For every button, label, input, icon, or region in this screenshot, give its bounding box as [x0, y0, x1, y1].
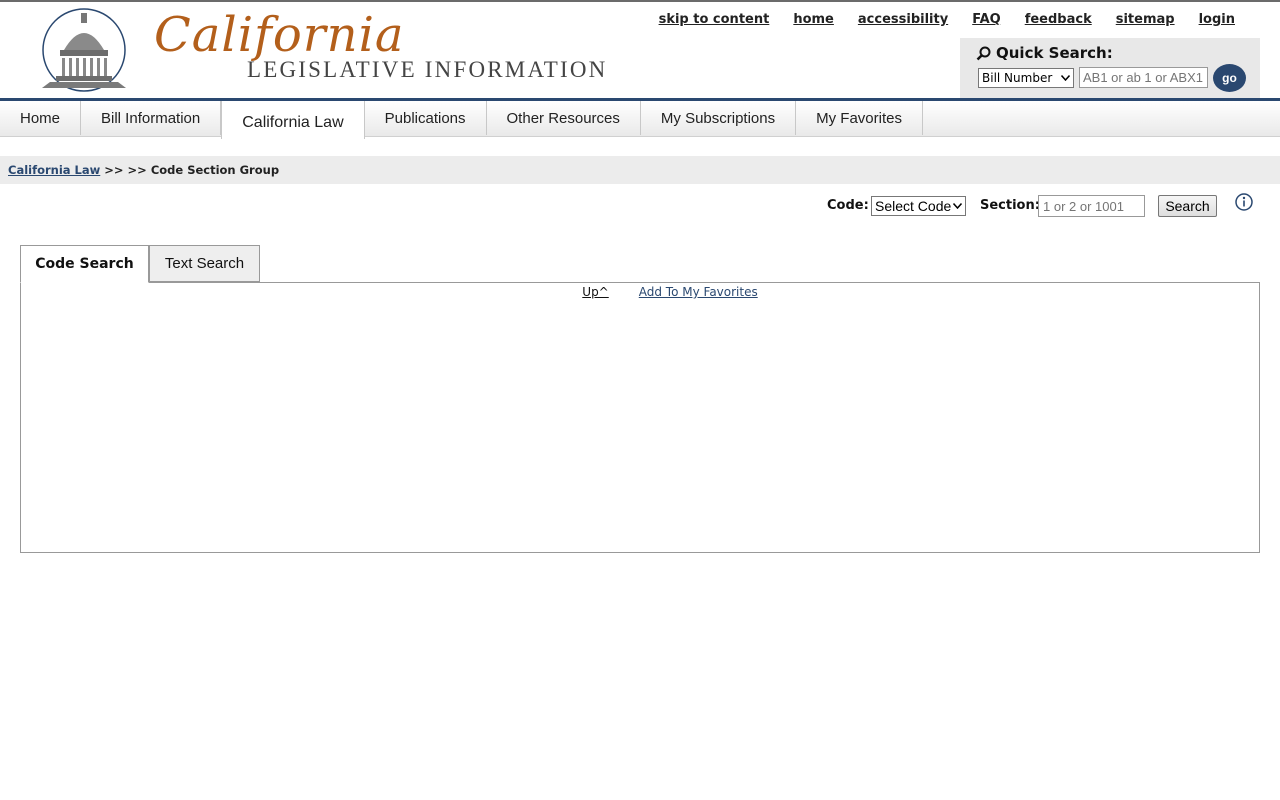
code-section-content: Up^ Add To My Favorites [20, 282, 1260, 553]
main-nav: Home Bill Information California Law Pub… [0, 101, 1280, 139]
nav-item-home[interactable]: Home [0, 101, 82, 135]
capitol-dome-logo[interactable] [38, 8, 130, 94]
logo-california[interactable]: California [154, 8, 405, 62]
breadcrumb: California Law >> >> Code Section Group [0, 156, 1280, 184]
breadcrumb-california-law-link[interactable]: California Law [8, 163, 100, 177]
content-links: Up^ Add To My Favorites [21, 285, 1259, 299]
nav-item-other-resources[interactable]: Other Resources [487, 101, 641, 135]
nav-item-my-subscriptions[interactable]: My Subscriptions [641, 101, 797, 135]
home-link[interactable]: home [793, 12, 834, 27]
faq-link[interactable]: FAQ [972, 12, 1001, 27]
accessibility-link[interactable]: accessibility [858, 12, 948, 27]
breadcrumb-current: Code Section Group [150, 163, 280, 177]
nav-item-my-favorites[interactable]: My Favorites [796, 101, 923, 135]
feedback-link[interactable]: feedback [1025, 12, 1092, 27]
quick-search-input[interactable] [1079, 67, 1208, 88]
code-select-value: Select Code [875, 198, 952, 214]
sitemap-link[interactable]: sitemap [1116, 12, 1175, 27]
info-icon[interactable] [1234, 192, 1254, 212]
code-search-row: Code: Select Code Section: Search [0, 192, 1280, 218]
search-icon [976, 46, 991, 60]
logo-subtitle[interactable]: LEGISLATIVE INFORMATION [247, 58, 607, 82]
quick-search-title: Quick Search: [976, 44, 1113, 62]
site-header: California LEGISLATIVE INFORMATION skip … [0, 2, 1280, 98]
code-select[interactable]: Select Code [871, 196, 966, 216]
quick-search-go-button[interactable]: go [1213, 64, 1246, 92]
breadcrumb-separator: >> >> [104, 163, 147, 177]
quick-search-type-select[interactable]: Bill Number [978, 68, 1074, 88]
nav-item-bill-information[interactable]: Bill Information [81, 101, 222, 135]
nav-item-publications[interactable]: Publications [365, 101, 487, 135]
chevron-down-icon [953, 203, 962, 209]
login-link[interactable]: login [1199, 12, 1235, 27]
tab-code-search[interactable]: Code Search [20, 245, 149, 283]
chevron-down-icon [1061, 75, 1070, 81]
nav-item-california-law[interactable]: California Law [221, 101, 365, 139]
add-to-favorites-link[interactable]: Add To My Favorites [639, 285, 758, 299]
code-search-button[interactable]: Search [1158, 195, 1217, 217]
section-input[interactable] [1038, 195, 1145, 217]
skip-to-content-link[interactable]: skip to content [659, 12, 770, 27]
quick-search-type-value: Bill Number [982, 71, 1053, 85]
quick-search-label: Quick Search: [996, 44, 1113, 62]
code-label: Code: [827, 198, 869, 213]
tab-text-search[interactable]: Text Search [149, 245, 260, 282]
section-label: Section: [980, 198, 1040, 213]
quick-search-panel: Quick Search: Bill Number go [960, 38, 1260, 98]
utility-links: skip to content home accessibility FAQ f… [635, 12, 1235, 27]
up-link[interactable]: Up^ [582, 285, 608, 299]
